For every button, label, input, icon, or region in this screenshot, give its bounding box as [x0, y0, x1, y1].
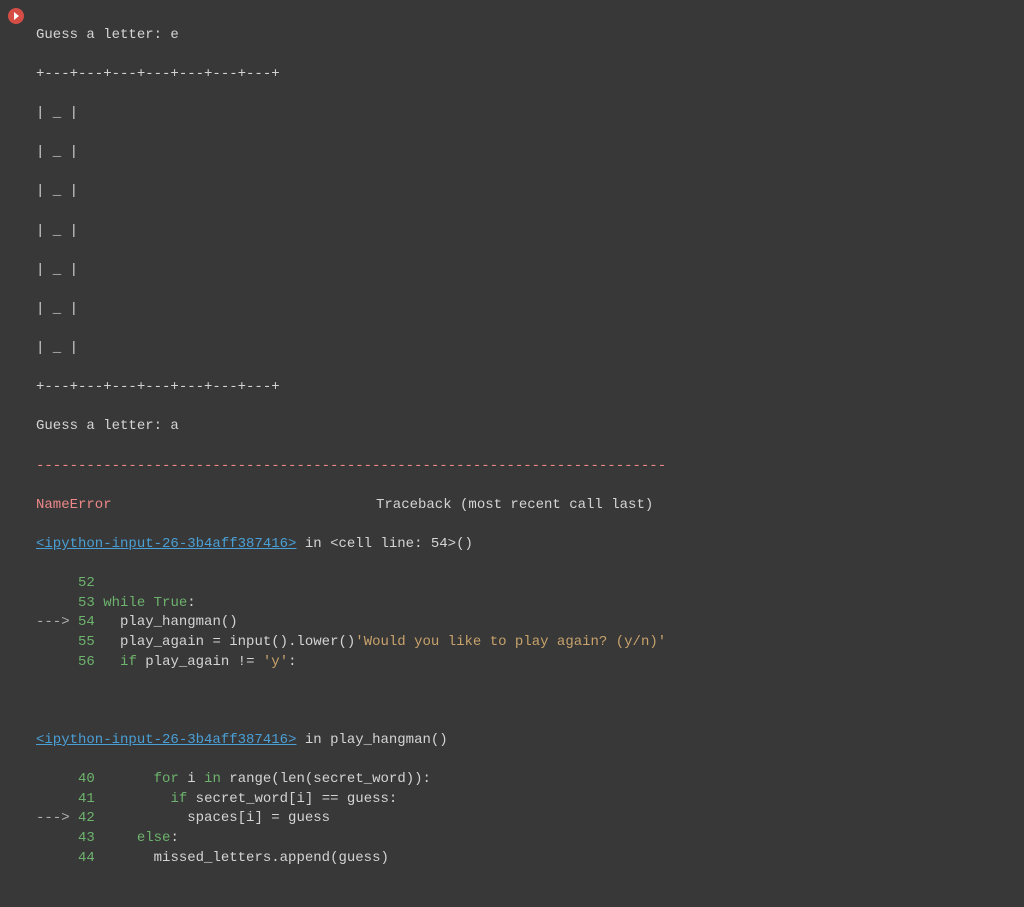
code-text: [95, 595, 103, 611]
traceback-code-line: 41 if secret_word[i] == guess:: [36, 790, 1014, 810]
output-line: +---+---+---+---+---+---+---+: [36, 65, 1014, 85]
keyword: while: [103, 595, 145, 611]
run-stop-icon[interactable]: [8, 8, 24, 24]
code-text: [145, 595, 153, 611]
code-text: play_again !=: [137, 654, 263, 670]
traceback-code-line: 44 missed_letters.append(guess): [36, 849, 1014, 869]
output-line: | _ |: [36, 222, 1014, 242]
gutter: [0, 6, 36, 907]
error-name: NameError: [36, 497, 112, 513]
text: in: [296, 536, 330, 552]
traceback-code-line: 56 if play_again != 'y':: [36, 653, 1014, 673]
ipython-input-link[interactable]: <ipython-input-26-3b4aff387416>: [36, 732, 296, 748]
traceback-code-line: 43 else:: [36, 829, 1014, 849]
arrow-indicator: [36, 850, 78, 866]
traceback-code-line: ---> 42 spaces[i] = guess: [36, 809, 1014, 829]
arrow-indicator: --->: [36, 614, 78, 630]
output-line: Guess a letter: e: [36, 26, 1014, 46]
arrow-indicator: --->: [36, 810, 78, 826]
output-line: | _ |: [36, 143, 1014, 163]
traceback-code-line: 55 play_again = input().lower()'Would yo…: [36, 633, 1014, 653]
line-number: 52: [78, 575, 95, 591]
arrow-indicator: [36, 771, 78, 787]
arrow-indicator: [36, 791, 78, 807]
blank-line: [36, 692, 1014, 712]
cell-output: Guess a letter: e +---+---+---+---+---+-…: [36, 6, 1024, 907]
arrow-indicator: [36, 654, 78, 670]
traceback-separator: ----------------------------------------…: [36, 457, 1014, 477]
traceback-header: NameError Traceback (most recent call las…: [36, 496, 1014, 516]
code-text: spaces[i] = guess: [95, 810, 330, 826]
ipython-input-link[interactable]: <ipython-input-26-3b4aff387416>: [36, 536, 296, 552]
output-line: | _ |: [36, 182, 1014, 202]
code-text: play_hangman(): [95, 614, 238, 630]
keyword: for: [154, 771, 179, 787]
arrow-indicator: [36, 634, 78, 650]
line-number: 55: [78, 634, 95, 650]
code-text: i: [179, 771, 204, 787]
string-literal: 'y': [263, 654, 288, 670]
code-text: [95, 791, 171, 807]
code-text: ).lower(): [280, 634, 356, 650]
code-text: range(len(secret_word)):: [221, 771, 431, 787]
arrow-indicator: [36, 595, 78, 611]
code-text: missed_letters.append(guess): [95, 850, 389, 866]
output-line: | _ |: [36, 261, 1014, 281]
traceback-code-line: 40 for i in range(len(secret_word)):: [36, 770, 1014, 790]
output-line: | _ |: [36, 300, 1014, 320]
keyword: True: [154, 595, 188, 611]
line-number: 53: [78, 595, 95, 611]
arrow-indicator: [36, 830, 78, 846]
line-number: 42: [78, 810, 95, 826]
traceback-label: Traceback (most recent call last): [376, 497, 653, 513]
arrow-indicator: [36, 575, 78, 591]
code-text: [95, 771, 154, 787]
traceback-frame-location: <ipython-input-26-3b4aff387416> in play_…: [36, 731, 1014, 751]
traceback-frame-location: <ipython-input-26-3b4aff387416> in <cell…: [36, 535, 1014, 555]
traceback-code-line: 53 while True:: [36, 594, 1014, 614]
line-number: 41: [78, 791, 95, 807]
line-number: 56: [78, 654, 95, 670]
keyword: if: [170, 791, 187, 807]
traceback-code-line: 52: [36, 574, 1014, 594]
code-text: :: [170, 830, 178, 846]
line-number: 43: [78, 830, 95, 846]
code-text: :: [187, 595, 195, 611]
keyword: in: [204, 771, 221, 787]
text: in: [296, 732, 330, 748]
text: play_hangman(): [330, 732, 448, 748]
traceback-code-line: ---> 54 play_hangman(): [36, 613, 1014, 633]
code-text: play_again = input(: [95, 634, 280, 650]
output-line: Guess a letter: a: [36, 417, 1014, 437]
output-line: | _ |: [36, 339, 1014, 359]
line-number: 40: [78, 771, 95, 787]
string-literal: 'Would you like to play again? (y/n)': [355, 634, 666, 650]
code-text: [95, 654, 120, 670]
output-line: | _ |: [36, 104, 1014, 124]
line-number: 54: [78, 614, 95, 630]
keyword: else: [137, 830, 171, 846]
text: <cell line: 54>(): [330, 536, 473, 552]
code-text: :: [288, 654, 296, 670]
line-number: 44: [78, 850, 95, 866]
output-line: +---+---+---+---+---+---+---+: [36, 378, 1014, 398]
keyword: if: [120, 654, 137, 670]
code-text: secret_word[i] == guess:: [187, 791, 397, 807]
notebook-cell: Guess a letter: e +---+---+---+---+---+-…: [0, 0, 1024, 907]
code-text: [95, 830, 137, 846]
